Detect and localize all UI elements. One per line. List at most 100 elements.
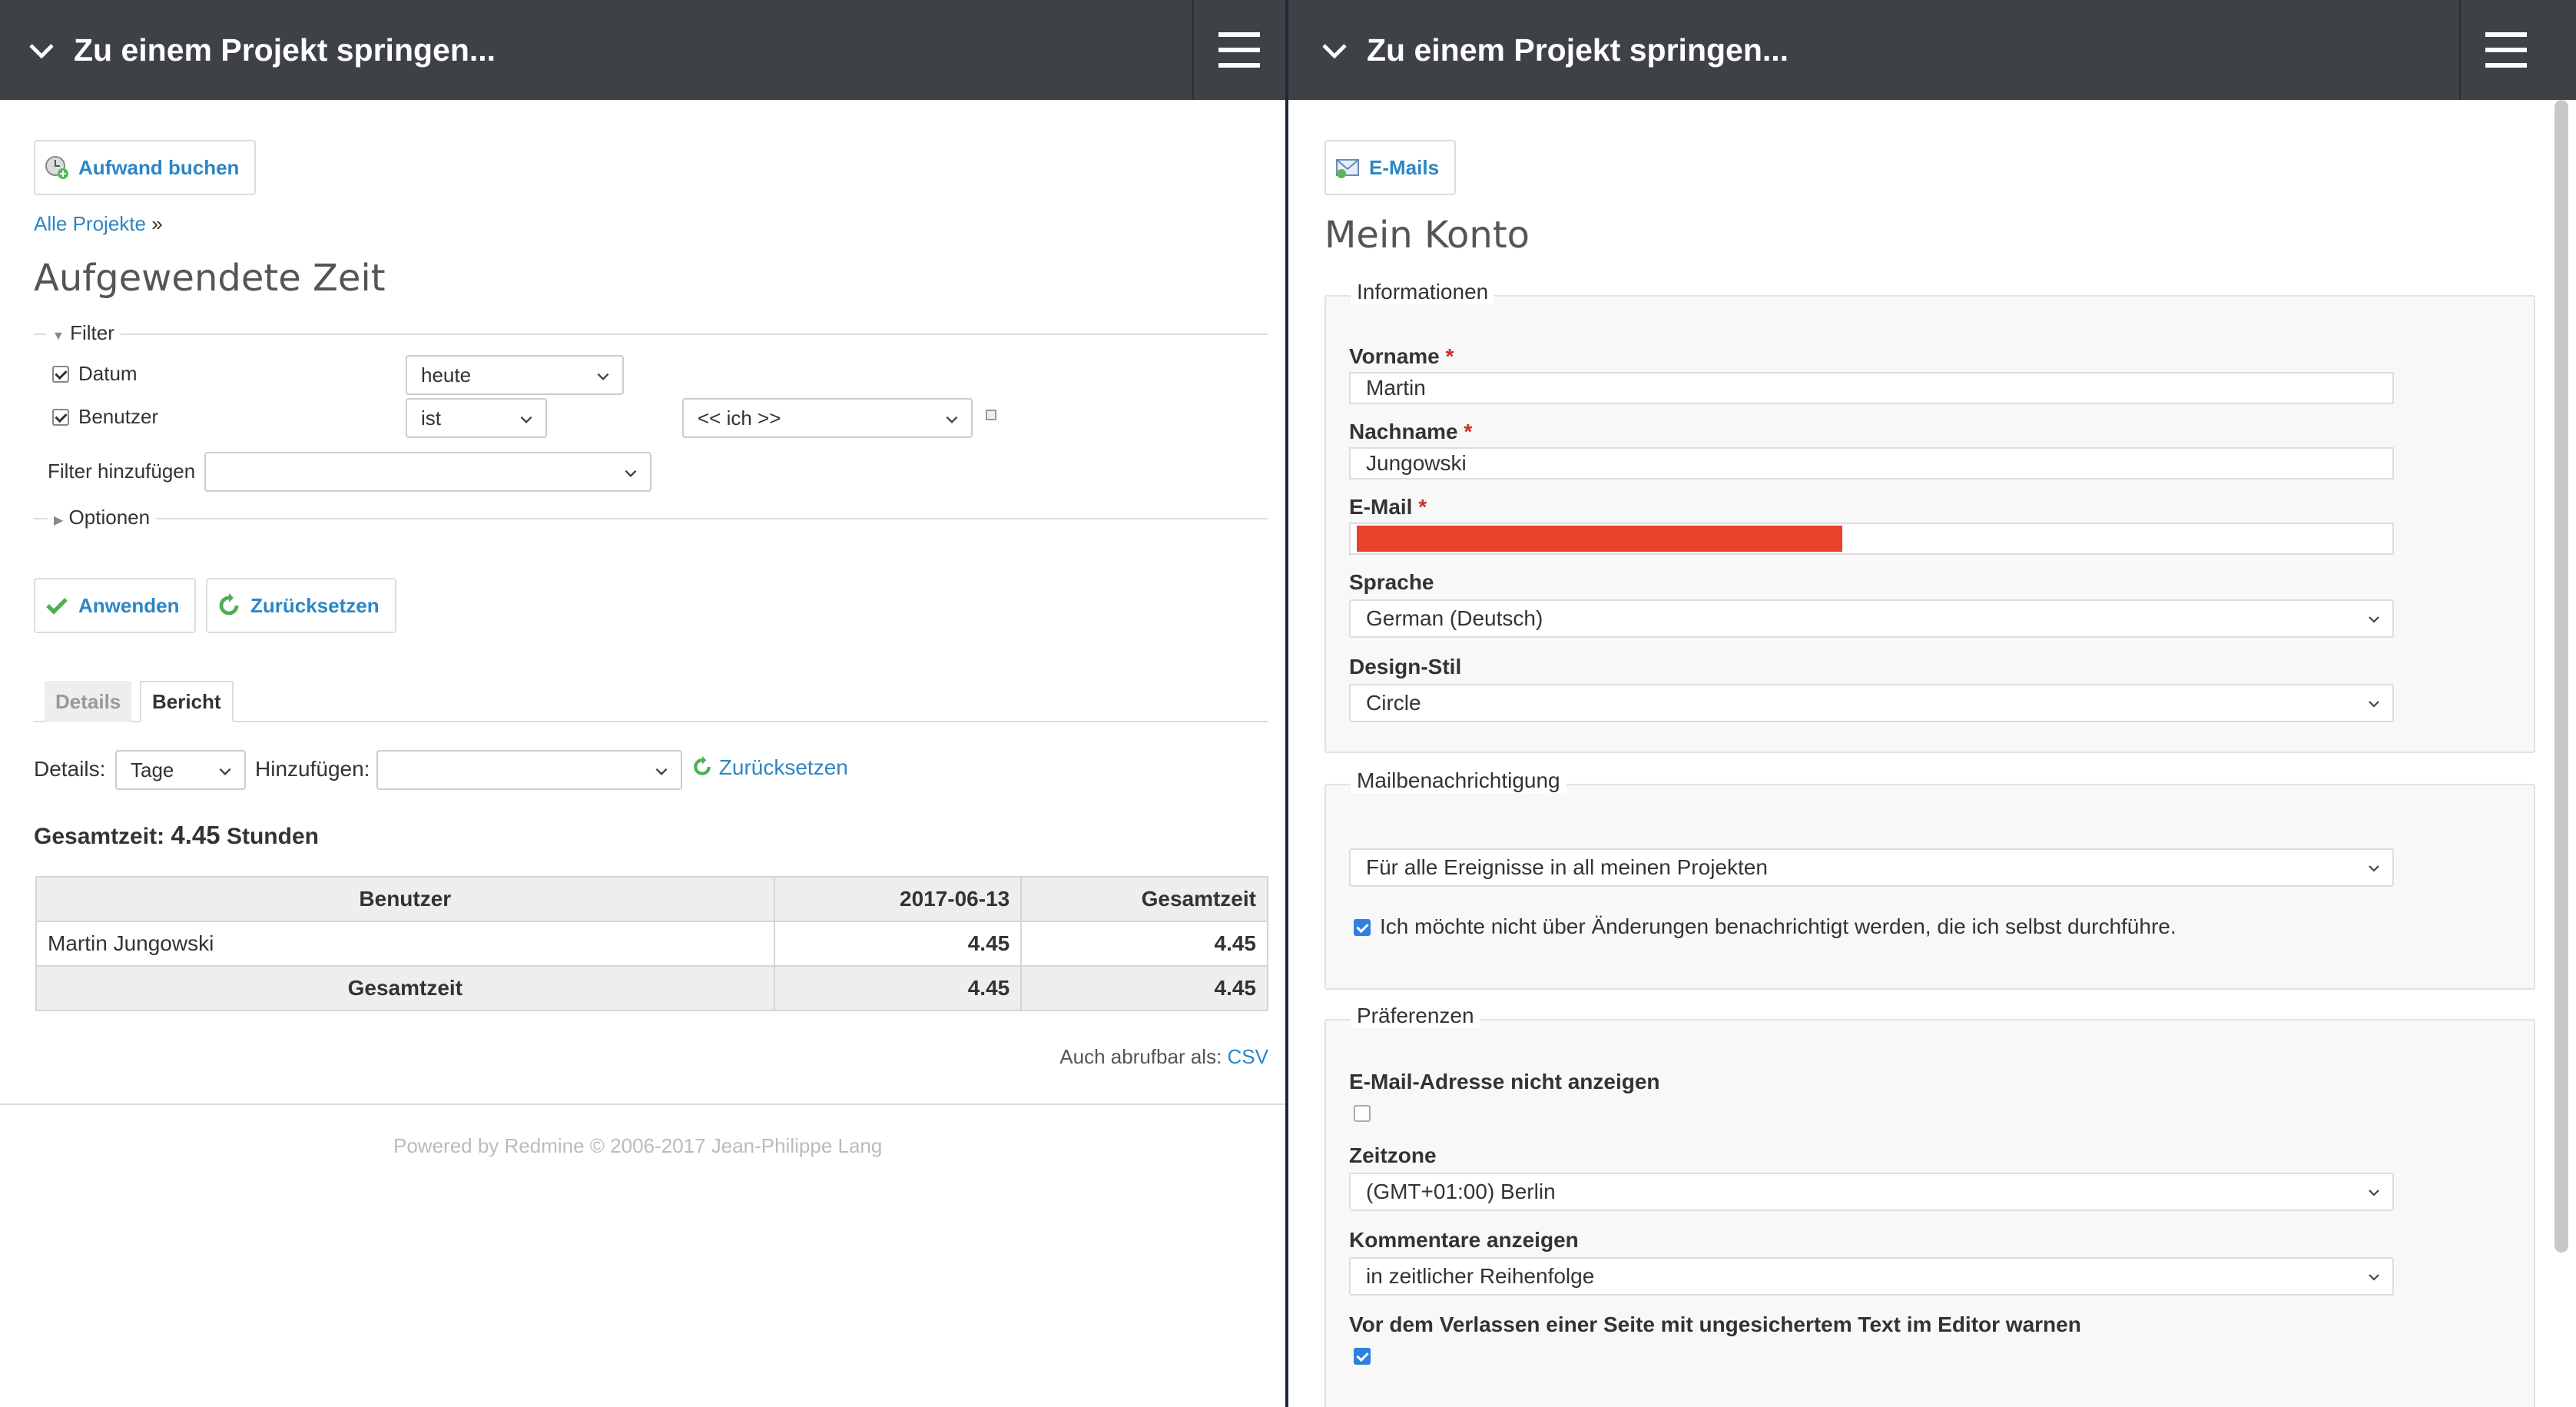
hamburger-icon [2485, 32, 2527, 68]
filter-legend[interactable]: ▼ Filter [46, 321, 121, 345]
email-input[interactable] [1349, 523, 2394, 555]
warn-unsaved-checkbox[interactable] [1354, 1348, 1371, 1365]
mail-notification-legend: Mailbenachrichtigung [1351, 768, 1566, 793]
chevron-down-icon [2369, 1274, 2379, 1281]
tab-details[interactable]: Details [45, 681, 132, 722]
top-bar: Zu einem Projekt springen... [1288, 0, 2576, 100]
language-value: German (Deutsch) [1366, 606, 1543, 630]
table-total-row: Gesamtzeit 4.45 4.45 [35, 965, 1268, 1011]
filter-user-checkbox[interactable] [52, 409, 69, 426]
project-jump[interactable]: Zu einem Projekt springen... [26, 0, 496, 100]
export-label: Auch abrufbar als: [1059, 1045, 1222, 1068]
filter-user-value-text: << ich >> [698, 406, 781, 430]
theme-select[interactable]: Circle [1349, 684, 2394, 722]
report-reset-label: Zurücksetzen [718, 755, 848, 779]
timezone-value: (GMT+01:00) Berlin [1366, 1180, 1556, 1203]
table-header-row: Benutzer 2017-06-13 Gesamtzeit [35, 876, 1268, 922]
header-user[interactable]: Benutzer [35, 876, 775, 922]
hamburger-icon [1218, 32, 1260, 68]
add-criteria-select[interactable] [376, 750, 682, 790]
details-select[interactable]: Tage [115, 750, 246, 790]
chevron-down-icon [520, 416, 532, 424]
options-border [34, 518, 1268, 519]
multi-select-toggle-icon[interactable] [986, 410, 996, 420]
cell-user: Martin Jungowski [35, 921, 775, 967]
total-hours: Gesamtzeit: 4.45 Stunden [34, 821, 319, 850]
page-title: Aufgewendete Zeit [34, 257, 386, 300]
add-filter-label: Filter hinzufügen [48, 460, 196, 483]
lastname-label-text: Nachname [1349, 420, 1458, 443]
preferences-legend: Präferenzen [1351, 1004, 1480, 1028]
comments-order-label: Kommentare anzeigen [1349, 1228, 1579, 1252]
triangle-down-icon: ▼ [52, 330, 65, 343]
breadcrumb: Alle Projekte » [34, 212, 163, 236]
total-value: 4.45 [171, 821, 220, 849]
information-legend: Informationen [1351, 280, 1495, 304]
warn-unsaved-label: Vor dem Verlassen einer Seite mit ungesi… [1349, 1312, 2081, 1336]
filter-date-operator-value: heute [421, 363, 472, 387]
top-bar: Zu einem Projekt springen... [0, 0, 1285, 100]
clock-add-icon [45, 156, 68, 179]
reload-icon [694, 756, 711, 775]
filter-date-checkbox[interactable] [52, 366, 69, 383]
reset-label: Zurücksetzen [250, 593, 380, 617]
total-unit: Stunden [226, 824, 319, 849]
chevron-down-icon [29, 44, 54, 59]
menu-button[interactable] [1192, 0, 1285, 100]
details-label: Details: [34, 757, 106, 781]
comments-order-value: in zeitlicher Reihenfolge [1366, 1264, 1595, 1288]
hide-mail-checkbox[interactable] [1354, 1105, 1371, 1122]
lastname-label: Nachname * [1349, 420, 1472, 444]
filter-user-label: Benutzer [78, 405, 159, 428]
no-self-notified-checkbox[interactable] [1354, 919, 1371, 936]
chevron-down-icon [655, 768, 668, 776]
book-time-button[interactable]: Aufwand buchen [34, 140, 257, 195]
email-label-text: E-Mail [1349, 495, 1413, 519]
emails-button[interactable]: E-Mails [1324, 140, 1457, 195]
project-jump-label: Zu einem Projekt springen... [74, 32, 496, 68]
comments-order-select[interactable]: in zeitlicher Reihenfolge [1349, 1257, 2394, 1296]
options-legend[interactable]: ▶ Optionen [48, 506, 157, 529]
chevron-down-icon [2369, 616, 2379, 623]
filter-user-value[interactable]: << ich >> [682, 398, 973, 438]
time-entries-window: Zu einem Projekt springen... Aufwand buc… [0, 0, 1285, 1407]
reset-button[interactable]: Zurücksetzen [206, 578, 396, 633]
filter-user-operator-value: ist [421, 406, 441, 430]
report-reset-link[interactable]: Zurücksetzen [691, 755, 848, 780]
filter-user-operator[interactable]: ist [406, 398, 547, 438]
menu-button[interactable] [2459, 0, 2551, 100]
firstname-label-text: Vorname [1349, 344, 1440, 368]
header-total[interactable]: Gesamtzeit [1020, 876, 1268, 922]
chevron-down-icon [946, 416, 958, 424]
firstname-input[interactable]: Martin [1349, 372, 2394, 404]
apply-label: Anwenden [78, 593, 180, 617]
time-report-table: Benutzer 2017-06-13 Gesamtzeit Martin Ju… [35, 876, 1268, 1011]
scrollbar[interactable] [2554, 100, 2568, 1253]
cell-total-sum: 4.45 [1020, 965, 1268, 1011]
cell-total-hours: 4.45 [1020, 921, 1268, 967]
language-label: Sprache [1349, 570, 1434, 594]
theme-value: Circle [1366, 691, 1421, 715]
header-date[interactable]: 2017-06-13 [773, 876, 1023, 922]
filter-date-operator[interactable]: heute [406, 355, 624, 395]
filter-legend-label: Filter [70, 321, 114, 344]
apply-button[interactable]: Anwenden [34, 578, 197, 633]
cell-total-label: Gesamtzeit [35, 965, 775, 1011]
email-label: E-Mail * [1349, 495, 1427, 519]
timezone-select[interactable]: (GMT+01:00) Berlin [1349, 1173, 2394, 1211]
chevron-down-icon [597, 373, 609, 381]
footer-border [0, 1103, 1285, 1105]
mail-notification-select[interactable]: Für alle Ereignisse in all meinen Projek… [1349, 848, 2394, 887]
export-csv-link[interactable]: CSV [1228, 1045, 1268, 1068]
lastname-input[interactable]: Jungowski [1349, 447, 2394, 480]
reload-icon [219, 593, 239, 616]
mail-notification-value: Für alle Ereignisse in all meinen Projek… [1366, 855, 1768, 879]
add-filter-select[interactable] [204, 452, 651, 492]
language-select[interactable]: German (Deutsch) [1349, 599, 2394, 638]
breadcrumb-all-projects[interactable]: Alle Projekte [34, 212, 146, 235]
cell-date-hours: 4.45 [773, 921, 1023, 967]
mail-notification-fieldset: Mailbenachrichtigung [1324, 768, 2535, 990]
project-jump[interactable]: Zu einem Projekt springen... [1319, 0, 1789, 100]
chevron-down-icon [2369, 865, 2379, 872]
tab-report[interactable]: Bericht [140, 681, 234, 722]
